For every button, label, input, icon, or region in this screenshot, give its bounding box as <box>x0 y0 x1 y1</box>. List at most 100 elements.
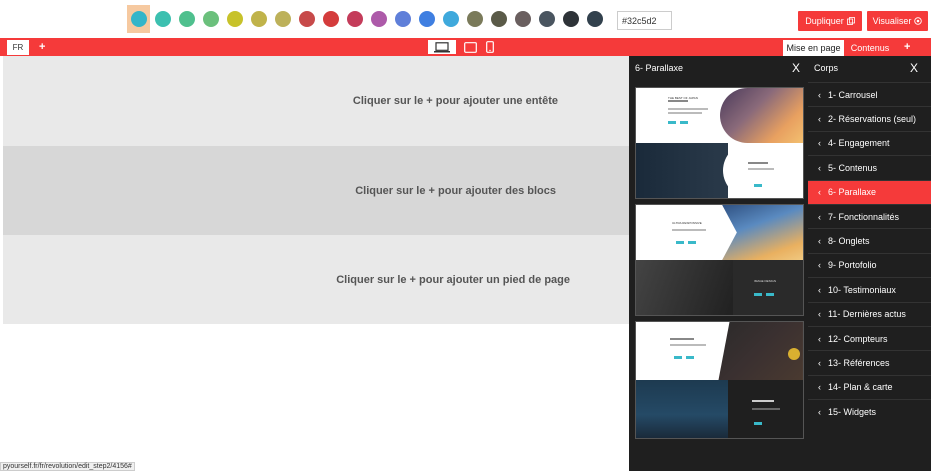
color-swatch-dot <box>274 11 291 27</box>
side-panel: 6- Parallaxe X THE BEST OF JAPAN ULTRA R… <box>629 56 931 471</box>
corps-panel-title: Corps <box>814 63 839 73</box>
page-canvas: Cliquer sur le + pour ajouter une entête… <box>3 56 629 324</box>
corps-list-item[interactable]: ‹ 9- Portofolio <box>808 252 931 277</box>
color-swatch[interactable] <box>463 5 486 33</box>
phone-view-icon[interactable] <box>484 40 496 54</box>
duplicate-label: Dupliquer <box>805 16 844 26</box>
corps-list-item-label: 6- Parallaxe <box>828 187 877 198</box>
corps-list-item-label: 12- Compteurs <box>828 333 888 344</box>
corps-list-item-label: 15- Widgets <box>828 406 877 417</box>
blocks-hint: Cliquer sur le + pour ajouter des blocs <box>355 184 556 197</box>
color-swatch[interactable] <box>151 5 174 33</box>
color-swatch-dot <box>154 11 171 27</box>
preview-panel-title: 6- Parallaxe <box>635 63 684 73</box>
color-toolbar: Dupliquer Visualiser <box>0 0 931 38</box>
corps-list-item-label: 8- Onglets <box>828 236 870 247</box>
add-section-icon[interactable]: + <box>904 38 910 56</box>
color-swatch-dot <box>370 11 387 27</box>
color-swatch[interactable] <box>175 5 198 33</box>
color-swatch[interactable] <box>415 5 438 33</box>
corps-list-item[interactable]: ‹ 4- Engagement <box>808 130 931 155</box>
footer-hint: Cliquer sur le + pour ajouter un pied de… <box>336 273 570 286</box>
color-swatch[interactable] <box>583 5 606 33</box>
color-swatch-dot <box>226 11 243 27</box>
thumb-2-heading: ULTRA RESPONSIVE <box>672 221 702 225</box>
corps-list-item[interactable]: ‹ 13- Références <box>808 350 931 374</box>
corps-list-item[interactable]: ‹ 15- Widgets <box>808 399 931 423</box>
color-swatch-dot <box>394 11 411 27</box>
duplicate-button[interactable]: Dupliquer <box>798 11 862 31</box>
color-swatch[interactable] <box>223 5 246 33</box>
parallax-thumbnail-1[interactable]: THE BEST OF JAPAN <box>635 87 804 199</box>
corps-list-item[interactable]: ‹ 1- Carrousel <box>808 82 931 106</box>
corps-list-item[interactable]: ‹ 11- Dernières actus <box>808 301 931 326</box>
color-swatch[interactable] <box>343 5 366 33</box>
color-swatch[interactable] <box>391 5 414 33</box>
tab-layout[interactable]: Mise en page <box>783 40 844 56</box>
language-tab[interactable]: FR <box>7 40 29 55</box>
color-swatch-dot <box>466 11 483 27</box>
corps-list-item-label: 10- Testimoniaux <box>828 284 896 295</box>
corps-list-item[interactable]: ‹ 6- Parallaxe <box>808 179 931 204</box>
header-hint: Cliquer sur le + pour ajouter une entête <box>352 95 558 107</box>
chevron-left-icon: ‹ <box>818 284 821 295</box>
corps-list-item[interactable]: ‹ 10- Testimoniaux <box>808 277 931 301</box>
thumb-1-heading: THE BEST OF JAPAN <box>668 96 698 100</box>
status-url: pyourself.fr/fr/revolution/edit_step2/41… <box>0 462 135 471</box>
color-swatches <box>127 5 607 33</box>
footer-drop-zone[interactable]: Cliquer sur le + pour ajouter un pied de… <box>3 235 629 324</box>
color-swatch[interactable] <box>295 5 318 33</box>
parallax-thumbnail-3[interactable] <box>635 321 804 439</box>
visualize-label: Visualiser <box>872 16 912 26</box>
color-swatch[interactable] <box>319 5 342 33</box>
color-swatch-dot <box>586 11 603 27</box>
header-drop-zone[interactable]: Cliquer sur le + pour ajouter une entête <box>3 56 629 146</box>
chevron-left-icon: ‹ <box>818 406 821 417</box>
color-swatch[interactable] <box>535 5 558 33</box>
corps-list-item-label: 7- Fonctionnalités <box>828 211 900 222</box>
chevron-left-icon: ‹ <box>818 309 821 320</box>
parallax-thumbnail-2[interactable]: ULTRA RESPONSIVE IMAGE DESIGN <box>635 204 804 316</box>
corps-list-item-label: 1- Carrousel <box>828 89 878 100</box>
desktop-view-icon[interactable] <box>428 40 456 54</box>
chevron-left-icon: ‹ <box>818 89 821 100</box>
color-swatch[interactable] <box>367 5 390 33</box>
color-swatch-dot <box>178 11 195 27</box>
color-swatch[interactable] <box>247 5 270 33</box>
eye-icon <box>914 17 923 25</box>
visualize-button[interactable]: Visualiser <box>867 11 928 31</box>
corps-list-item-label: 5- Contenus <box>828 162 878 173</box>
chevron-left-icon: ‹ <box>818 138 821 149</box>
corps-list-item[interactable]: ‹ 12- Compteurs <box>808 325 931 350</box>
hex-color-input[interactable] <box>617 11 672 30</box>
color-swatch-dot <box>346 11 363 27</box>
close-corps-icon[interactable]: X <box>910 61 918 75</box>
color-swatch[interactable] <box>511 5 534 33</box>
color-swatch[interactable] <box>487 5 510 33</box>
body-drop-zone[interactable]: Cliquer sur le + pour ajouter des blocs <box>3 146 629 235</box>
color-swatch[interactable] <box>559 5 582 33</box>
tablet-view-icon[interactable] <box>462 40 478 54</box>
color-swatch-dot <box>202 11 219 27</box>
chevron-left-icon: ‹ <box>818 357 821 368</box>
color-swatch-dot <box>322 11 339 27</box>
color-swatch-dot <box>442 11 459 27</box>
parallax-thumbnails: THE BEST OF JAPAN ULTRA RESPONSIVE IMAGE… <box>635 87 804 444</box>
close-preview-icon[interactable]: X <box>792 61 800 75</box>
color-swatch[interactable] <box>439 5 462 33</box>
corps-list-item[interactable]: ‹ 7- Fonctionnalités <box>808 203 931 228</box>
corps-list-item[interactable]: ‹ 5- Contenus <box>808 155 931 179</box>
color-swatch-dot <box>418 11 435 27</box>
color-swatch[interactable] <box>199 5 222 33</box>
chevron-left-icon: ‹ <box>818 211 821 222</box>
color-swatch[interactable] <box>127 5 150 33</box>
corps-list-item[interactable]: ‹ 2- Réservations (seul) <box>808 106 931 130</box>
tab-content[interactable]: Contenus <box>848 40 892 56</box>
color-swatch[interactable] <box>271 5 294 33</box>
corps-list-item[interactable]: ‹ 8- Onglets <box>808 228 931 252</box>
thumb-2-subheading: IMAGE DESIGN <box>754 279 777 283</box>
corps-list-item-label: 4- Engagement <box>828 138 890 149</box>
add-language-icon[interactable]: + <box>39 38 45 56</box>
corps-list-item[interactable]: ‹ 14- Plan & carte <box>808 374 931 399</box>
corps-list-item-label: 9- Portofolio <box>828 260 877 271</box>
